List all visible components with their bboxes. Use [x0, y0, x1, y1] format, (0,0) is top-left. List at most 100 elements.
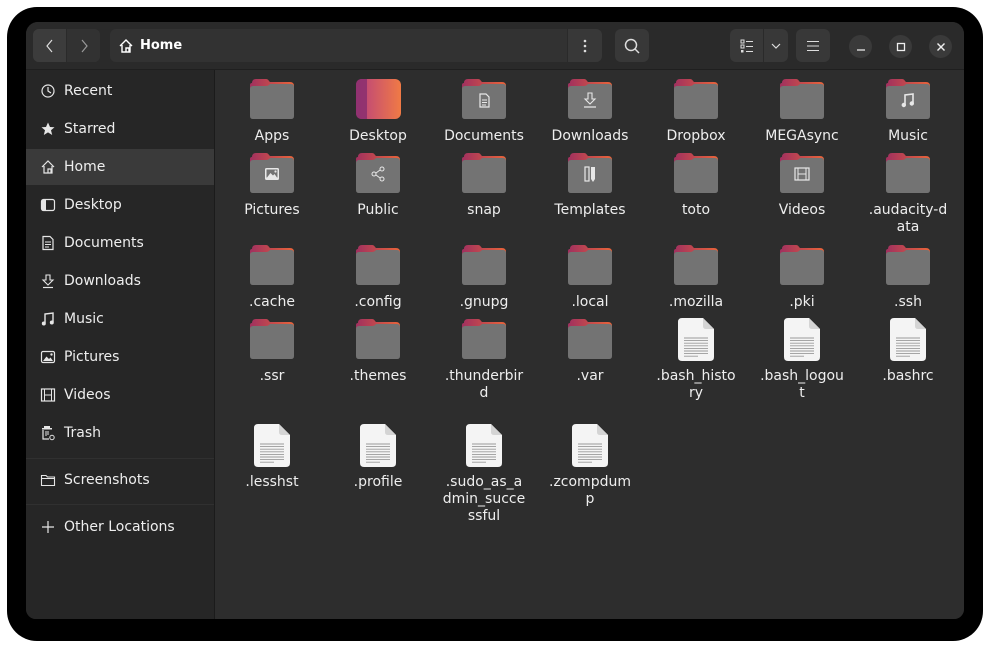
folder-icon — [780, 153, 824, 193]
home-icon — [38, 159, 58, 175]
folder-item[interactable]: Music — [858, 76, 958, 145]
item-label: .bashrc — [882, 368, 934, 384]
maximize-button[interactable] — [889, 35, 912, 58]
folder-item[interactable]: .var — [540, 316, 640, 385]
sidebar-item-pictures[interactable]: Pictures — [26, 339, 214, 375]
document-icon — [38, 235, 58, 251]
header-bar: Home — [26, 22, 964, 70]
desktop-folder-icon — [356, 79, 401, 119]
item-icon — [884, 76, 932, 122]
item-icon — [778, 150, 826, 196]
file-item[interactable]: .sudo_as_admin_successful — [434, 422, 534, 525]
file-item[interactable]: .bash_history — [646, 316, 746, 402]
view-toggle-group — [730, 29, 788, 62]
sidebar-item-desktop[interactable]: Desktop — [26, 187, 214, 223]
sidebar-item-other-locations[interactable]: Other Locations — [26, 509, 214, 545]
vertical-dots-icon — [583, 39, 587, 52]
item-icon — [354, 422, 402, 468]
folder-item[interactable]: Videos — [752, 150, 852, 219]
folder-icon — [674, 245, 718, 285]
folder-item[interactable]: Documents — [434, 76, 534, 145]
item-icon — [566, 316, 614, 362]
close-button[interactable] — [929, 35, 952, 58]
text-file-icon — [678, 318, 714, 361]
folder-icon — [250, 319, 294, 359]
folder-item[interactable]: Public — [328, 150, 428, 219]
sidebar: Recent Starred Home Desktop Documents Downloa… — [26, 70, 215, 619]
folder-item[interactable]: Apps — [222, 76, 322, 145]
item-icon — [672, 242, 720, 288]
folder-item[interactable]: .ssh — [858, 242, 958, 311]
folder-item[interactable]: Dropbox — [646, 76, 746, 145]
folder-item[interactable]: .thunderbird — [434, 316, 534, 402]
sidebar-item-screenshots[interactable]: Screenshots — [26, 462, 214, 498]
sidebar-item-label: Pictures — [64, 349, 120, 365]
sidebar-item-downloads[interactable]: Downloads — [26, 263, 214, 299]
path-menu-button[interactable] — [567, 29, 602, 62]
list-view-button[interactable] — [730, 29, 764, 62]
item-label: .bash_history — [656, 368, 736, 401]
item-label: .local — [571, 294, 609, 310]
folder-item[interactable]: .local — [540, 242, 640, 311]
folder-item[interactable]: snap — [434, 150, 534, 219]
search-icon — [624, 38, 640, 54]
item-icon — [566, 150, 614, 196]
sidebar-item-recent[interactable]: Recent — [26, 73, 214, 109]
sidebar-item-documents[interactable]: Documents — [26, 225, 214, 261]
folder-item[interactable]: .mozilla — [646, 242, 746, 311]
folder-item[interactable]: toto — [646, 150, 746, 219]
item-label: Templates — [554, 202, 626, 218]
folder-item[interactable]: Pictures — [222, 150, 322, 219]
folder-item[interactable]: .ssr — [222, 316, 322, 385]
item-icon — [566, 242, 614, 288]
item-label: Downloads — [551, 128, 629, 144]
main-menu-button[interactable] — [796, 29, 830, 62]
search-button[interactable] — [615, 29, 649, 62]
file-item[interactable]: .zcompdump — [540, 422, 640, 508]
sidebar-item-label: Trash — [64, 425, 101, 441]
file-item[interactable]: .profile — [328, 422, 428, 491]
download-icon — [38, 273, 58, 289]
item-icon — [460, 422, 508, 468]
folder-item[interactable]: MEGAsync — [752, 76, 852, 145]
folder-item[interactable]: .gnupg — [434, 242, 534, 311]
folder-icon — [250, 245, 294, 285]
folder-item[interactable]: Desktop — [328, 76, 428, 145]
folder-icon — [250, 79, 294, 119]
folder-item[interactable]: Downloads — [540, 76, 640, 145]
path-bar[interactable]: Home — [110, 29, 602, 62]
sidebar-item-home[interactable]: Home — [26, 149, 214, 185]
folder-item[interactable]: .audacity-data — [858, 150, 958, 236]
folder-item[interactable]: .themes — [328, 316, 428, 385]
folder-icon — [38, 472, 58, 488]
item-label: .cache — [249, 294, 295, 310]
file-item[interactable]: .bashrc — [858, 316, 958, 385]
sidebar-item-trash[interactable]: Trash — [26, 415, 214, 451]
item-label: .var — [576, 368, 604, 384]
sidebar-item-starred[interactable]: Starred — [26, 111, 214, 147]
folder-icon — [462, 79, 506, 119]
file-item[interactable]: .lesshst — [222, 422, 322, 491]
file-item[interactable]: .bash_logout — [752, 316, 852, 402]
folder-item[interactable]: Templates — [540, 150, 640, 219]
item-icon — [672, 76, 720, 122]
item-label: .themes — [349, 368, 407, 384]
folder-item[interactable]: .config — [328, 242, 428, 311]
folder-icon — [886, 153, 930, 193]
back-button[interactable] — [33, 29, 67, 62]
sidebar-item-videos[interactable]: Videos — [26, 377, 214, 413]
folder-icon — [568, 319, 612, 359]
item-label: Music — [888, 128, 928, 144]
view-options-button[interactable] — [764, 29, 788, 62]
folder-item[interactable]: .cache — [222, 242, 322, 311]
sidebar-item-music[interactable]: Music — [26, 301, 214, 337]
item-icon — [884, 242, 932, 288]
path-home-button[interactable]: Home — [118, 29, 182, 62]
forward-button[interactable] — [67, 29, 100, 62]
list-view-icon — [740, 39, 753, 52]
item-label: .mozilla — [668, 294, 724, 310]
sidebar-item-label: Home — [64, 159, 106, 175]
minimize-button[interactable] — [849, 35, 872, 58]
plus-icon — [38, 519, 58, 535]
folder-item[interactable]: .pki — [752, 242, 852, 311]
